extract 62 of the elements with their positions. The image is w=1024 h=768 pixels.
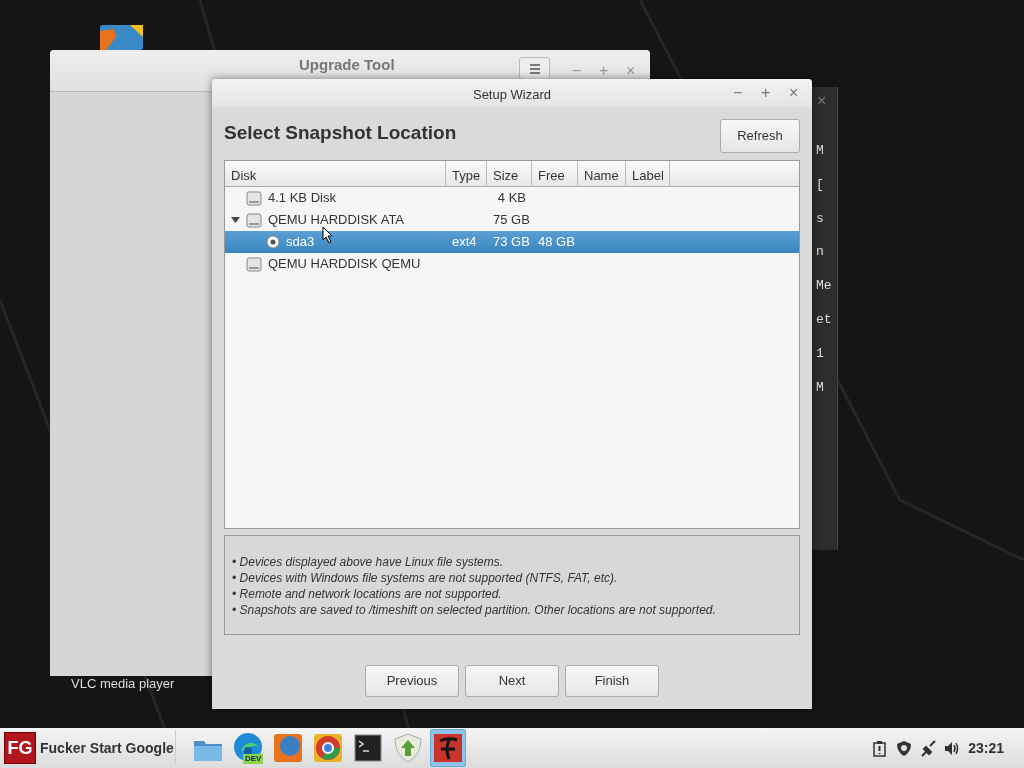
maximize-button[interactable]: + — [761, 85, 771, 101]
shield-icon[interactable] — [896, 739, 913, 757]
dialog-heading: Select Snapshot Location — [224, 121, 457, 145]
disk-name: QEMU HARDDISK ATA — [268, 211, 405, 230]
info-text: • Devices displayed above have Linux file systems. — [232, 554, 504, 570]
window-title: Upgrade Tool — [299, 55, 395, 75]
cursor-icon — [322, 226, 333, 244]
app-badge: DEV — [243, 754, 264, 764]
previous-button[interactable]: Previous — [365, 665, 459, 697]
menu-icon — [528, 62, 541, 75]
refresh-button[interactable]: Refresh — [720, 119, 800, 153]
taskbar-button[interactable]: DEV — [230, 729, 266, 767]
drive-icon — [246, 190, 262, 206]
next-button[interactable]: Next — [465, 665, 559, 697]
terminal-text: n — [816, 245, 824, 259]
terminal-text: s — [816, 211, 824, 225]
terminal-text: 1 — [816, 346, 824, 360]
table-cell: 48 GB — [538, 234, 575, 250]
terminal-text: M — [816, 144, 824, 157]
column-header[interactable]: Name — [578, 161, 626, 186]
window-title: Setup Wizard — [472, 86, 551, 104]
shield-icon — [391, 731, 425, 765]
expander-icon[interactable] — [231, 215, 240, 225]
minimize-button[interactable]: − — [733, 85, 743, 101]
table-row[interactable]: 4.1 KB Disk 4 KB — [225, 187, 799, 209]
disk-name: 4.1 KB Disk — [268, 189, 336, 208]
table-cell: 75 GB — [493, 212, 530, 228]
letter-icon — [431, 731, 465, 765]
column-header[interactable]: Free — [532, 161, 578, 186]
menu-button[interactable] — [519, 57, 550, 80]
terminal-text: M — [816, 380, 824, 394]
table-cell: 4 KB — [497, 190, 526, 206]
plug-icon[interactable] — [920, 739, 937, 757]
table-row[interactable]: QEMU HARDDISK QEMU — [225, 253, 799, 275]
drive-icon — [246, 212, 262, 228]
terminal-text: Me — [816, 279, 832, 293]
table-cell: ext4 — [452, 234, 477, 250]
terminal-text: et — [816, 313, 832, 326]
disk-name: QEMU HARDDISK QEMU — [268, 255, 421, 274]
column-header[interactable]: Label — [626, 161, 670, 186]
info-text: • Devices with Windows file systems are not supported (NTFS, FAT, etc). — [232, 570, 619, 586]
start-label[interactable]: Fucker Start Google — [40, 737, 174, 759]
start-logo[interactable]: FG — [4, 732, 36, 764]
chrome-icon — [311, 731, 345, 765]
taskbar-button[interactable] — [430, 729, 466, 767]
clipboard-icon[interactable] — [872, 739, 889, 757]
column-header[interactable]: Type — [446, 161, 487, 186]
info-text: • Remote and network locations are not supported. — [232, 586, 503, 602]
terminal-icon — [351, 731, 385, 765]
close-button[interactable]: × — [789, 85, 799, 101]
finish-button[interactable]: Finish — [565, 665, 659, 697]
terminal-text: [ — [816, 177, 824, 191]
drive-icon — [246, 256, 262, 272]
table-cell: 73 GB — [493, 234, 530, 250]
disk-name: sda3 — [286, 233, 315, 252]
desktop-icon-label[interactable]: VLC media player — [71, 674, 175, 694]
column-header[interactable]: Size — [487, 161, 532, 186]
clock[interactable]: 23:21 — [968, 737, 1004, 759]
info-text: • Snapshots are saved to /timeshift on selected partition. Other locations are not supported. — [232, 602, 717, 618]
column-header[interactable]: Disk — [225, 161, 446, 186]
radio-button[interactable] — [266, 235, 280, 249]
table-row[interactable]: QEMU HARDDISK ATA 75 GB — [225, 209, 799, 231]
